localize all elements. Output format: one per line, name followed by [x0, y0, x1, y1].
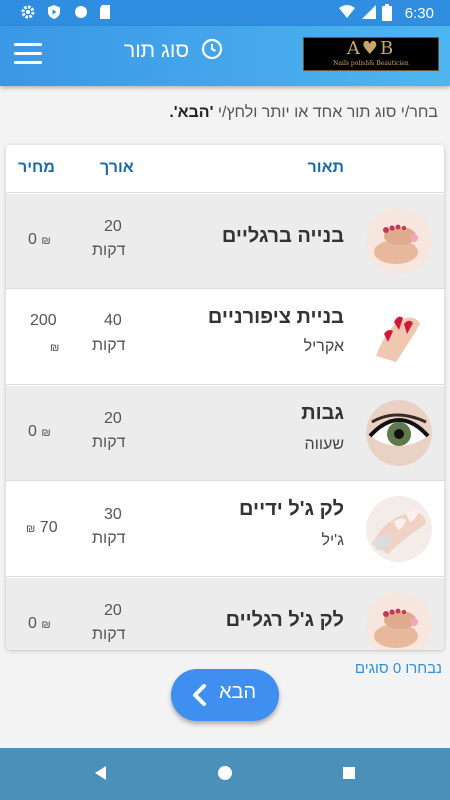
- battery-icon: [382, 4, 392, 21]
- table-row[interactable]: לק ג'ל ידיים ג'יל 30 דקות ₪ 70: [6, 482, 444, 577]
- back-icon[interactable]: [92, 764, 108, 782]
- settings-gear-icon: [21, 5, 35, 19]
- brand-logo: A♥B Nails polish& Beauticien: [303, 37, 439, 71]
- header-price: מחיר: [18, 159, 55, 176]
- header-duration: אורך: [100, 159, 134, 176]
- logo-subtext: Nails polish& Beauticien: [333, 60, 409, 67]
- row-duration-unit: דקות: [92, 242, 126, 259]
- gel-polish-photo-icon: [366, 496, 432, 562]
- status-bar: 6:30: [0, 0, 450, 26]
- row-name: לק ג'ל ידיים: [239, 498, 344, 520]
- row-subtitle: אקריל: [303, 338, 344, 355]
- row-duration-unit: דקות: [92, 434, 126, 451]
- row-subtitle: שעווה: [304, 436, 344, 453]
- app-bar: סוג תור A♥B Nails polish& Beauticien: [0, 26, 450, 86]
- cell-signal-icon: [362, 5, 376, 19]
- row-price: 0 ₪: [28, 615, 51, 632]
- selected-count: נבחרו 0 סוגים: [354, 660, 442, 677]
- feet-photo-icon: [366, 592, 432, 650]
- instruction-text: בחר/י סוג תור אחד או יותר ולחץ/י 'הבא'.: [8, 104, 438, 122]
- clock-icon: [201, 38, 223, 60]
- circle-icon: [75, 6, 87, 18]
- row-name: בנייה ברגליים: [221, 225, 344, 247]
- home-icon[interactable]: [217, 764, 233, 782]
- table-row[interactable]: גבות שעווה 20 דקות 0 ₪: [6, 386, 444, 481]
- row-duration: 20: [104, 218, 122, 235]
- instruction-emphasis: 'הבא'.: [169, 104, 214, 121]
- row-name: בניית ציפורניים: [207, 306, 344, 328]
- hamburger-menu-icon[interactable]: [14, 43, 42, 67]
- logo-text: A♥B: [346, 38, 396, 59]
- page-title: סוג תור: [124, 39, 190, 62]
- feet-photo-icon: [366, 208, 432, 274]
- instruction-main: בחר/י סוג תור אחד או יותר ולחץ/י: [213, 104, 438, 121]
- row-name: גבות: [301, 402, 344, 424]
- row-duration-unit: דקות: [92, 530, 126, 547]
- nails-photo-icon: [366, 304, 432, 370]
- row-price-value: 200: [30, 312, 57, 329]
- row-price: ₪ 70: [26, 519, 58, 536]
- eye-photo-icon: [366, 400, 432, 466]
- appointment-types-table: תאור אורך מחיר בנייה ברגליים 20 דקות 0 ₪…: [6, 145, 444, 650]
- row-price: 0 ₪: [28, 231, 51, 248]
- row-price: 0 ₪: [28, 423, 51, 440]
- row-name: לק ג'ל רגליים: [225, 609, 344, 631]
- row-duration: 30: [104, 506, 122, 523]
- row-duration: 20: [104, 602, 122, 619]
- row-duration: 20: [104, 410, 122, 427]
- wifi-icon: [339, 5, 355, 18]
- recents-icon[interactable]: [341, 764, 357, 782]
- shield-play-icon: [48, 5, 60, 19]
- status-time: 6:30: [404, 5, 434, 22]
- sd-card-icon: [100, 5, 110, 19]
- row-duration: 40: [104, 312, 122, 329]
- row-subtitle: ג'יל: [321, 532, 344, 549]
- table-row[interactable]: לק ג'ל רגליים 20 דקות 0 ₪: [6, 578, 444, 650]
- table-row[interactable]: בניית ציפורניים אקריל 40 דקות 200 ₪: [6, 290, 444, 385]
- chevron-left-icon: [193, 684, 206, 706]
- table-header: תאור אורך מחיר: [6, 145, 444, 193]
- row-price-currency: ₪: [50, 342, 60, 354]
- system-nav-bar: [0, 748, 450, 800]
- next-button-label: הבא: [219, 681, 257, 703]
- row-duration-unit: דקות: [92, 337, 126, 354]
- next-button[interactable]: הבא: [171, 669, 279, 721]
- row-duration-unit: דקות: [92, 626, 126, 643]
- header-description: תאור: [307, 159, 344, 176]
- table-row[interactable]: בנייה ברגליים 20 דקות 0 ₪: [6, 194, 444, 289]
